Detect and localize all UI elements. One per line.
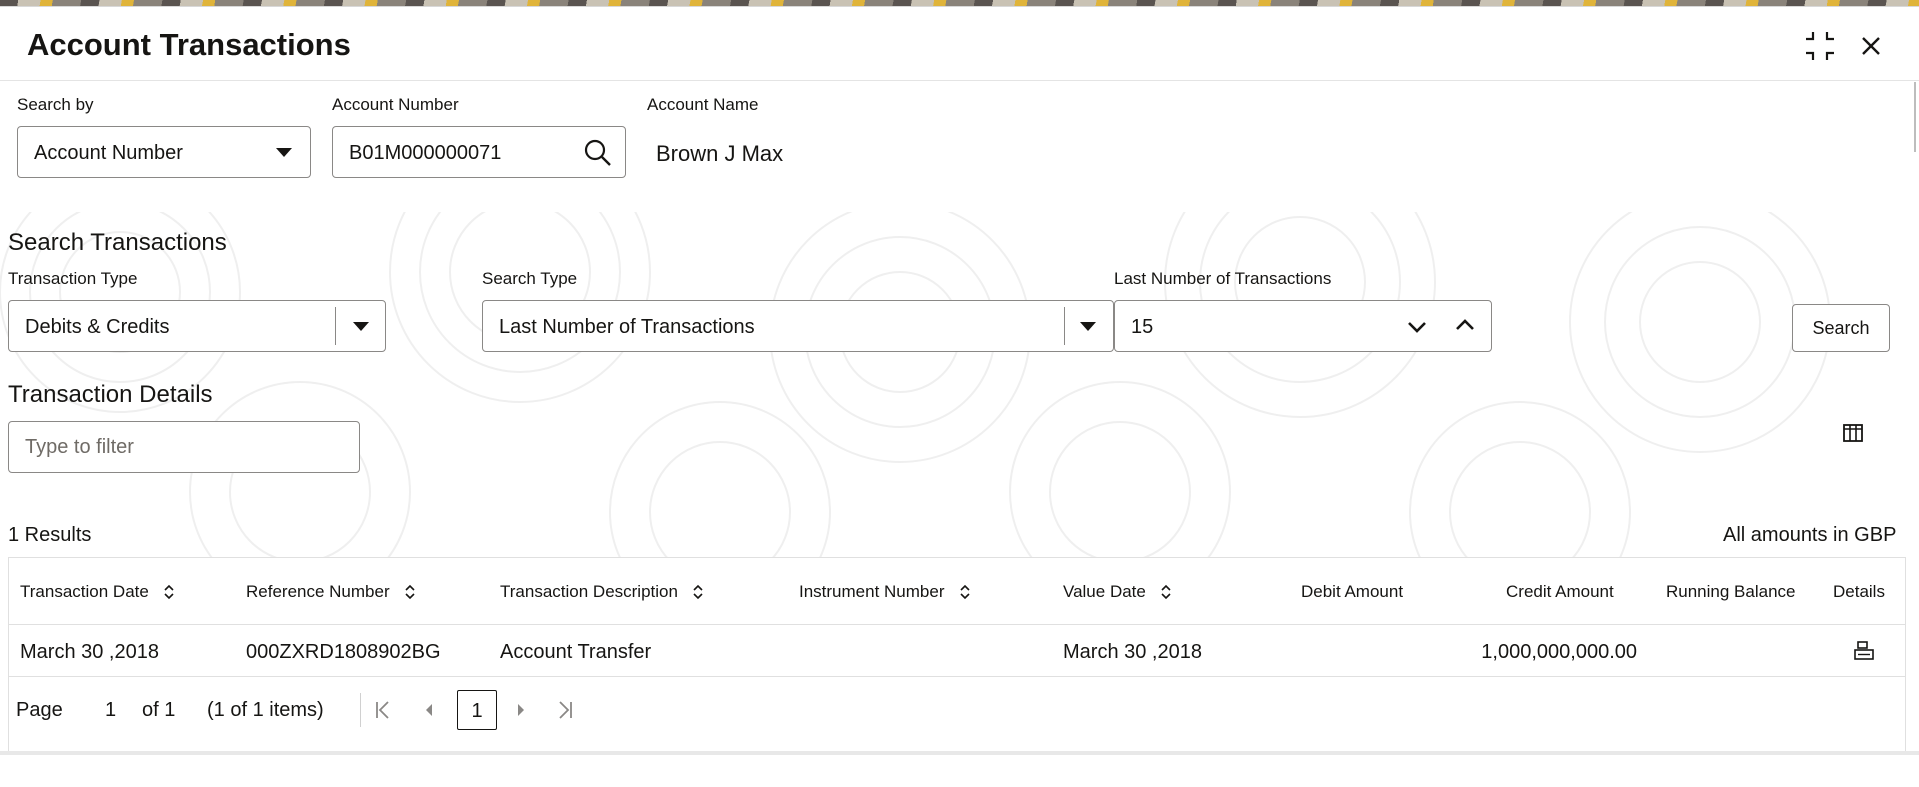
search-transactions-title: Search Transactions [8,229,227,256]
pager-divider [360,693,361,727]
transaction-type-value: Debits & Credits [25,316,170,338]
select-divider [335,307,336,345]
sort-icon[interactable] [959,583,971,601]
search-by-label: Search by [17,95,94,114]
transaction-details-title: Transaction Details [8,381,213,408]
sort-icon[interactable] [163,583,175,601]
page-label: Page [16,699,63,721]
search-type-label: Search Type [482,269,578,288]
chevron-down-icon [353,322,369,331]
dialog-header: Account Transactions [0,7,1919,81]
sort-icon[interactable] [692,583,704,601]
search-by-select[interactable]: Account Number [17,126,311,178]
cell-reference-number: 000ZXRD1808902BG [246,641,441,663]
cell-credit-amount: 1,000,000,000.00 [1481,641,1637,663]
last-number-value: 15 [1131,316,1154,338]
column-header-details: Details [1833,582,1885,601]
account-number-label: Account Number [332,95,459,114]
column-header-reference-number[interactable]: Reference Number [246,582,416,602]
details-icon[interactable] [1853,640,1875,662]
table-header: Transaction Date Reference Number Transa… [9,558,1905,625]
scrollbar[interactable] [1914,82,1916,152]
search-button[interactable]: Search [1792,304,1890,352]
sort-icon[interactable] [404,583,416,601]
cell-description: Account Transfer [500,641,652,663]
column-header-running-balance: Running Balance [1666,582,1796,601]
column-header-transaction-date[interactable]: Transaction Date [20,582,175,602]
column-header-credit-amount: Credit Amount [1506,582,1614,601]
previous-page-icon[interactable] [419,699,439,721]
transactions-table: Transaction Date Reference Number Transa… [8,557,1906,753]
last-number-label: Last Number of Transactions [1114,269,1332,288]
search-icon[interactable] [583,138,613,168]
items-count-label: (1 of 1 items) [207,699,324,721]
account-number-value: B01M000000071 [349,142,502,164]
horizontal-scrollbar[interactable] [0,751,1919,755]
column-header-value-date[interactable]: Value Date [1063,582,1172,602]
chevron-down-icon [276,148,292,157]
cell-value-date: March 30 ,2018 [1063,641,1202,663]
sort-icon[interactable] [1160,583,1172,601]
search-type-select[interactable]: Last Number of Transactions [482,300,1114,352]
results-count: 1 Results [8,524,92,546]
transaction-type-label: Transaction Type [8,269,138,288]
column-header-transaction-description[interactable]: Transaction Description [500,582,704,602]
current-page-button[interactable]: 1 [457,690,497,730]
account-name-label: Account Name [647,95,759,114]
first-page-icon[interactable] [373,699,393,721]
chevron-down-icon [1080,322,1096,331]
account-transactions-dialog: Account Transactions Search by Account N… [0,6,1919,787]
cell-transaction-date: March 30 ,2018 [20,641,159,663]
table-row[interactable]: March 30 ,2018 000ZXRD1808902BG Account … [9,625,1905,677]
account-number-field[interactable]: B01M000000071 [332,126,626,178]
select-divider [1064,307,1065,345]
search-type-value: Last Number of Transactions [499,316,755,338]
account-name-value: Brown J Max [656,141,784,166]
filter-input[interactable] [8,421,360,473]
page-number-input[interactable]: 1 [105,699,116,722]
chevron-up-icon[interactable] [1453,315,1477,335]
search-by-value: Account Number [34,142,183,164]
last-number-stepper[interactable]: 15 [1114,300,1492,352]
next-page-icon[interactable] [511,699,531,721]
dialog-title: Account Transactions [27,27,351,62]
columns-icon[interactable] [1842,422,1864,444]
chevron-down-icon[interactable] [1405,317,1429,337]
transaction-type-select[interactable]: Debits & Credits [8,300,386,352]
page-total-label: of 1 [142,699,176,721]
minimize-icon[interactable] [1803,29,1837,63]
close-icon[interactable] [1854,29,1888,63]
pagination: Page 1 of 1 (1 of 1 items) 1 [9,677,1905,743]
column-header-debit-amount: Debit Amount [1301,582,1404,601]
last-page-icon[interactable] [555,699,575,721]
currency-note: All amounts in GBP [1723,524,1897,546]
column-header-instrument-number[interactable]: Instrument Number [799,582,971,602]
